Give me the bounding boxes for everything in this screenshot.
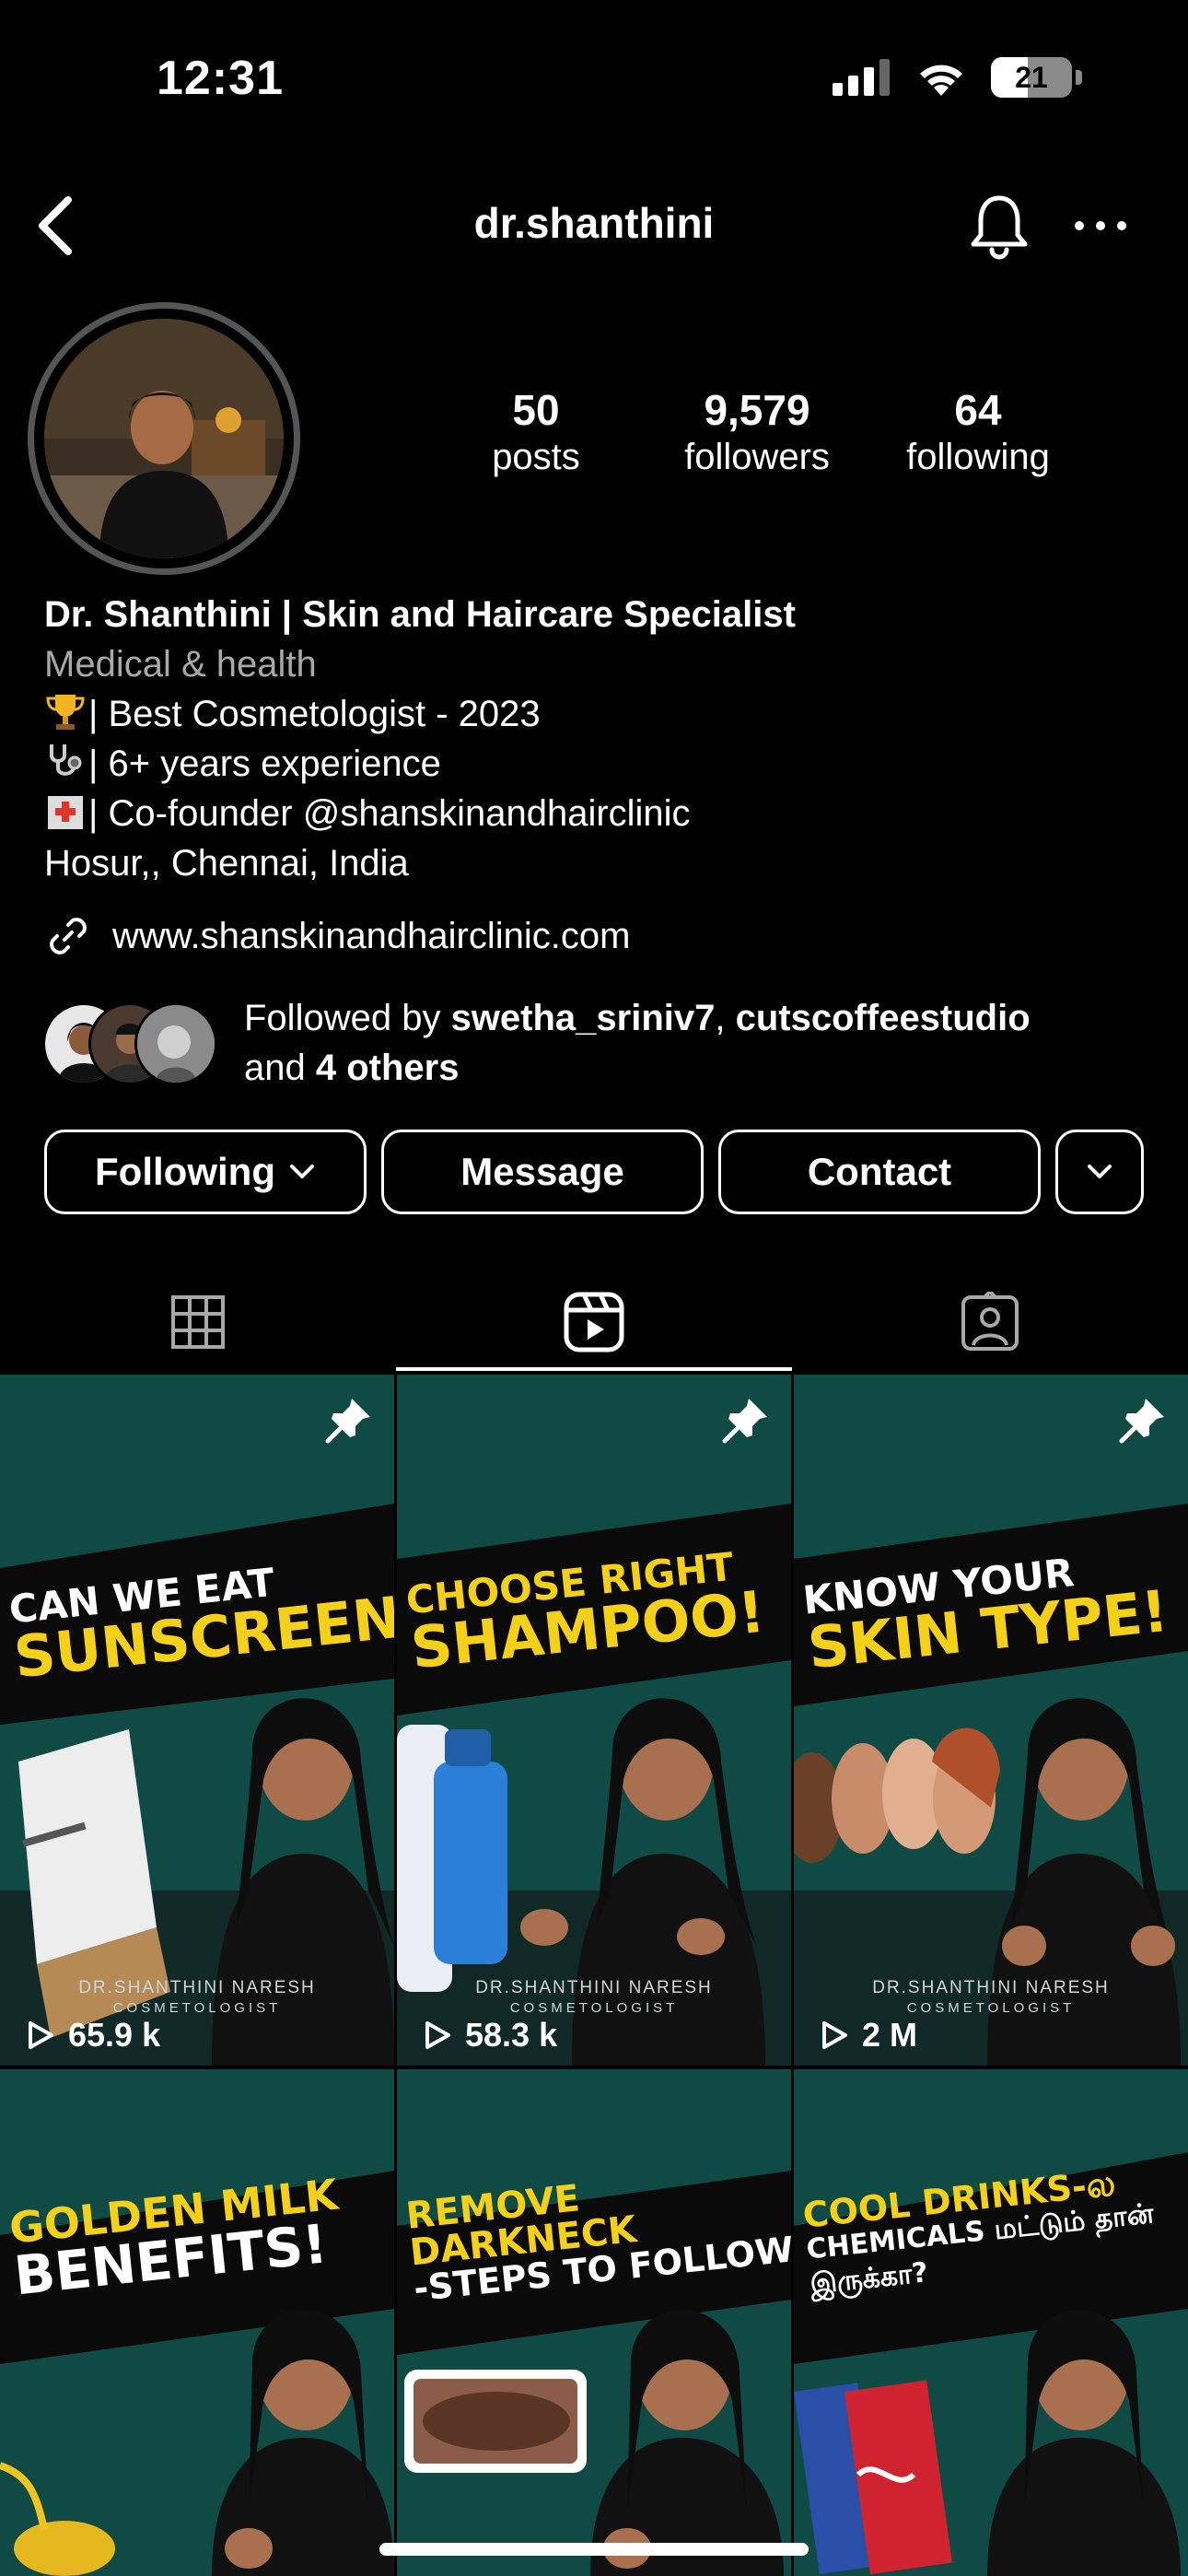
reel-3-credit-name: DR.SHANTHINI NARESH: [872, 1978, 1110, 1997]
followed-by-separator: ,: [715, 998, 736, 1038]
more-options-button[interactable]: [1068, 193, 1133, 258]
stat-followers[interactable]: 9,579 followers: [646, 385, 868, 478]
reel-tile-4[interactable]: GOLDEN MILK BENEFITS!: [0, 2069, 394, 2576]
followed-by-user-1: swetha_sriniv7: [450, 998, 716, 1038]
pin-icon: [1119, 1399, 1164, 1444]
suggested-accounts-button[interactable]: [1055, 1130, 1144, 1214]
bio-line-award: | Best Cosmetologist - 2023: [44, 689, 1149, 739]
stat-posts-value: 50: [512, 386, 560, 434]
reel-1-credit: DR.SHANTHINI NARESH COSMETOLOGIST: [0, 1978, 394, 2019]
reel-tile-6[interactable]: COOL DRINKS-ல CHEMICALS மட்டும் தான் இரு…: [794, 2069, 1188, 2576]
play-icon: [29, 2021, 53, 2049]
battery-cap: [1076, 70, 1082, 85]
reel-3-views: 2 M: [820, 2016, 917, 2055]
stat-posts-label: posts: [492, 437, 580, 477]
profile-category: Medical & health: [44, 644, 317, 685]
profile-link-text: www.shanskinandhairclinic.com: [112, 915, 631, 956]
followed-by-others: 4 others: [315, 1048, 460, 1088]
bell-icon: [971, 195, 1028, 260]
tab-tagged[interactable]: [792, 1271, 1188, 1373]
reel-tile-1[interactable]: CAN WE EAT SUNSCREEN? DR.SHANTHINI NARES…: [0, 1375, 394, 2066]
reel-tile-3[interactable]: KNOW YOUR SKIN TYPE! DR.SHANTHINI NARESH…: [794, 1375, 1188, 2066]
tab-reels[interactable]: [396, 1271, 792, 1373]
contact-button-label: Contact: [807, 1150, 952, 1193]
stethoscope-icon: [50, 744, 82, 776]
chevron-down-icon: [289, 1165, 314, 1178]
reel-1-views: 65.9 k: [26, 2016, 160, 2055]
profile-link[interactable]: www.shanskinandhairclinic.com: [44, 912, 630, 960]
status-icons: 21: [833, 57, 1082, 98]
pin-icon: [722, 1399, 767, 1444]
reel-thumbnail-4: [0, 2069, 394, 2576]
reel-1-view-count: 65.9 k: [68, 2016, 161, 2054]
reel-2-views: 58.3 k: [423, 2016, 557, 2055]
chevron-down-icon: [1088, 1165, 1112, 1178]
following-button-label: Following: [95, 1150, 275, 1193]
bio-location: Hosur,, Chennai, India: [44, 843, 409, 884]
more-horizontal-icon: [1075, 221, 1126, 230]
reel-2-credit: DR.SHANTHINI NARESH COSMETOLOGIST: [397, 1978, 791, 2019]
cellular-signal-icon: [833, 59, 890, 96]
reel-thumbnail-3: [794, 1375, 1188, 2066]
reel-thumbnail-6: [794, 2069, 1188, 2576]
message-button[interactable]: Message: [381, 1130, 704, 1214]
link-icon: [50, 918, 87, 954]
reel-2-view-count: 58.3 k: [465, 2016, 558, 2054]
tagged-icon: [961, 1292, 1019, 1351]
stat-followers-label: followers: [684, 437, 830, 477]
active-tab-indicator: [396, 1367, 792, 1371]
home-indicator[interactable]: [379, 2543, 809, 2556]
message-button-label: Message: [460, 1150, 624, 1193]
status-time: 12:31: [157, 52, 284, 105]
hospital-icon: [48, 796, 83, 829]
profile-display-name: Dr. Shanthini | Skin and Haircare Specia…: [44, 594, 796, 635]
stat-posts[interactable]: 50 posts: [425, 385, 646, 478]
battery-icon: 21: [991, 57, 1072, 98]
followed-by-and: and: [244, 1048, 316, 1088]
reel-3-credit: DR.SHANTHINI NARESH COSMETOLOGIST: [794, 1978, 1188, 2019]
stat-following-value: 64: [954, 386, 1002, 434]
reel-3-view-count: 2 M: [862, 2016, 918, 2054]
play-icon: [425, 2021, 450, 2049]
followed-by-avatars[interactable]: [42, 1002, 227, 1085]
tab-posts-grid[interactable]: [0, 1271, 396, 1373]
reel-tile-2[interactable]: CHOOSE RIGHT SHAMPOO! DR.SHANTHINI NARES…: [397, 1375, 791, 2066]
followed-by-user-2: cutscoffeestudio: [735, 998, 1031, 1038]
stat-followers-value: 9,579: [704, 386, 810, 434]
reel-thumbnail-1: [0, 1375, 394, 2066]
reel-tile-5[interactable]: REMOVE DARKNECK -STEPS TO FOLLOW: [397, 2069, 791, 2576]
profile-bio: Dr. Shanthini | Skin and Haircare Specia…: [44, 590, 1149, 888]
bio-line-award-text: | Best Cosmetologist - 2023: [88, 694, 541, 734]
reel-2-credit-name: DR.SHANTHINI NARESH: [475, 1978, 713, 1997]
pin-icon: [325, 1399, 370, 1444]
followed-by-text[interactable]: Followed by swetha_sriniv7, cutscoffeest…: [244, 993, 1165, 1093]
trophy-icon: [46, 695, 85, 730]
reels-icon: [564, 1292, 624, 1352]
bio-line-experience-text: | 6+ years experience: [88, 744, 441, 784]
reel-thumbnail-2: [397, 1375, 791, 2066]
reel-thumbnail-5: [397, 2069, 791, 2576]
avatar-photo: [44, 319, 284, 558]
reel-1-credit-name: DR.SHANTHINI NARESH: [78, 1978, 316, 1997]
contact-button[interactable]: Contact: [718, 1130, 1041, 1214]
bio-line-cofounder-text: | Co-founder @shanskinandhairclinic: [88, 793, 691, 834]
bio-line-cofounder: | Co-founder @shanskinandhairclinic: [44, 789, 1149, 838]
following-button[interactable]: Following: [44, 1130, 367, 1214]
profile-avatar[interactable]: [44, 319, 284, 558]
follower-avatar-3: [134, 1002, 217, 1085]
stat-following[interactable]: 64 following: [868, 385, 1089, 478]
followed-by-prefix: Followed by: [244, 998, 451, 1038]
battery-level: 21: [1015, 60, 1048, 94]
wifi-icon: [920, 64, 962, 96]
play-icon: [822, 2021, 847, 2049]
stat-following-label: following: [906, 437, 1050, 477]
bio-line-experience: | 6+ years experience: [44, 739, 1149, 789]
notifications-button[interactable]: [962, 189, 1036, 263]
grid-icon: [171, 1295, 225, 1349]
